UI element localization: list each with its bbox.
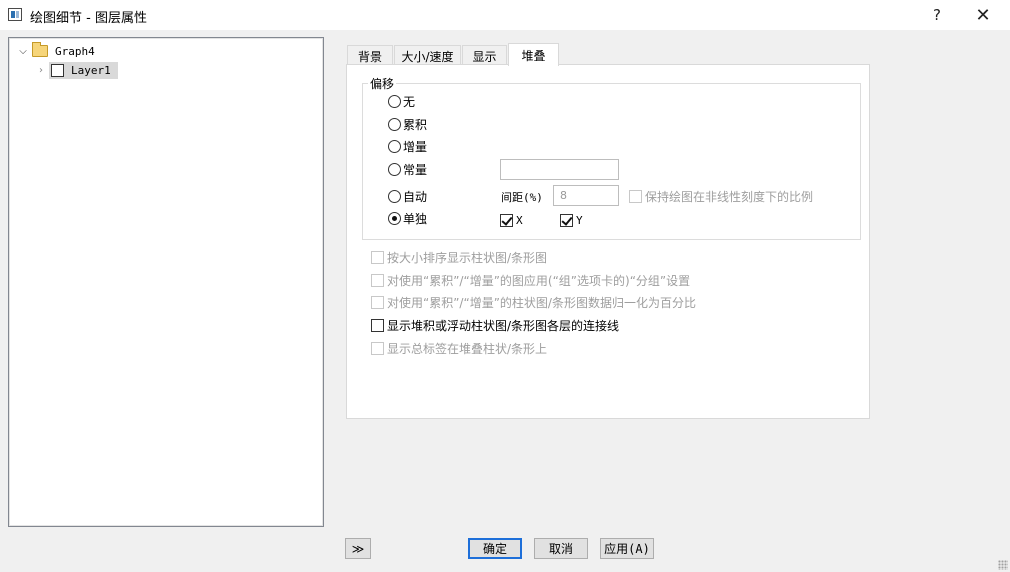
- y-checkbox[interactable]: [560, 213, 573, 227]
- window-title: 绘图细节 - 图层属性: [30, 11, 147, 26]
- radio-auto[interactable]: 自动: [388, 188, 427, 204]
- tab-stack[interactable]: 堆叠: [508, 43, 559, 66]
- total-label-checkbox[interactable]: [371, 341, 384, 355]
- apply-button[interactable]: 应用(A): [600, 538, 654, 559]
- radio-cumulative-label: 累积: [403, 117, 428, 132]
- gap-label: 间距(%): [501, 191, 543, 204]
- title-bar: 绘图细节 - 图层属性 ? ✕: [0, 0, 1010, 30]
- radio-constant-label: 常量: [403, 162, 428, 177]
- radio-auto-indicator[interactable]: [388, 189, 401, 203]
- keep-ratio-label: 保持绘图在非线性刻度下的比例: [645, 189, 814, 204]
- offset-group-title: 偏移: [368, 75, 397, 92]
- radio-incremental[interactable]: 增量: [388, 138, 427, 154]
- radio-cumulative-indicator[interactable]: [388, 117, 401, 131]
- tree-node-graph-label: Graph4: [55, 44, 95, 58]
- chevron-right-icon[interactable]: ›: [35, 65, 47, 76]
- constant-input[interactable]: [500, 159, 619, 180]
- radio-auto-label: 自动: [403, 189, 428, 204]
- gap-input[interactable]: 8: [553, 185, 619, 206]
- ok-button[interactable]: 确定: [468, 538, 522, 559]
- layer-tree[interactable]: ⌵ Graph4 › Layer1: [8, 37, 324, 527]
- keep-ratio-option[interactable]: 保持绘图在非线性刻度下的比例: [629, 188, 813, 204]
- sort-by-size-label: 按大小排序显示柱状图/条形图: [387, 250, 548, 265]
- apply-group-option[interactable]: 对使用“累积”/“增量”的图应用(“组”选项卡的)“分组”设置: [371, 272, 690, 288]
- connect-lines-checkbox[interactable]: [371, 318, 384, 332]
- tab-background[interactable]: 背景: [347, 45, 393, 66]
- cancel-button[interactable]: 取消: [534, 538, 588, 559]
- connect-lines-option[interactable]: 显示堆积或浮动柱状图/条形图各层的连接线: [371, 317, 619, 333]
- tab-display[interactable]: 显示: [462, 45, 507, 66]
- normalize-percent-option[interactable]: 对使用“累积”/“增量”的柱状图/条形图数据归一化为百分比: [371, 294, 696, 310]
- radio-constant[interactable]: 常量: [388, 161, 427, 177]
- total-label-label: 显示总标签在堆叠柱状/条形上: [387, 341, 548, 356]
- radio-individual-label: 单独: [403, 211, 428, 226]
- normalize-percent-checkbox[interactable]: [371, 295, 384, 309]
- x-label: X: [516, 213, 523, 227]
- y-label: Y: [576, 213, 583, 227]
- close-button[interactable]: ✕: [960, 0, 1006, 30]
- radio-individual-indicator[interactable]: [388, 211, 401, 225]
- x-option[interactable]: X: [500, 212, 523, 228]
- normalize-percent-label: 对使用“累积”/“增量”的柱状图/条形图数据归一化为百分比: [387, 295, 696, 310]
- tree-node-graph[interactable]: ⌵ Graph4: [17, 42, 98, 60]
- connect-lines-label: 显示堆积或浮动柱状图/条形图各层的连接线: [387, 318, 620, 333]
- resize-grip-icon[interactable]: [998, 560, 1008, 570]
- radio-incremental-indicator[interactable]: [388, 139, 401, 153]
- tree-node-layer-label: Layer1: [71, 63, 111, 77]
- tab-size-speed[interactable]: 大小/速度: [394, 45, 461, 66]
- radio-none-label: 无: [403, 94, 416, 109]
- x-checkbox[interactable]: [500, 213, 513, 227]
- tree-node-layer[interactable]: › Layer1: [35, 61, 118, 79]
- total-label-option[interactable]: 显示总标签在堆叠柱状/条形上: [371, 340, 547, 356]
- tree-node-layer-selection[interactable]: Layer1: [49, 61, 118, 79]
- keep-ratio-checkbox[interactable]: [629, 189, 642, 203]
- expand-button[interactable]: ≫: [345, 538, 371, 559]
- radio-none-indicator[interactable]: [388, 94, 401, 108]
- help-button[interactable]: ?: [914, 0, 960, 30]
- radio-incremental-label: 增量: [403, 139, 428, 154]
- y-option[interactable]: Y: [560, 212, 583, 228]
- sort-by-size-option[interactable]: 按大小排序显示柱状图/条形图: [371, 249, 547, 265]
- chevron-down-icon[interactable]: ⌵: [17, 46, 29, 57]
- radio-none[interactable]: 无: [388, 93, 415, 109]
- folder-icon: [32, 42, 48, 57]
- sort-by-size-checkbox[interactable]: [371, 250, 384, 264]
- radio-cumulative[interactable]: 累积: [388, 116, 427, 132]
- apply-group-label: 对使用“累积”/“增量”的图应用(“组”选项卡的)“分组”设置: [387, 273, 691, 288]
- radio-individual[interactable]: 单独: [388, 210, 427, 226]
- app-icon: [8, 8, 22, 21]
- radio-constant-indicator[interactable]: [388, 162, 401, 176]
- apply-group-checkbox[interactable]: [371, 273, 384, 287]
- layer-checkbox[interactable]: [51, 63, 64, 77]
